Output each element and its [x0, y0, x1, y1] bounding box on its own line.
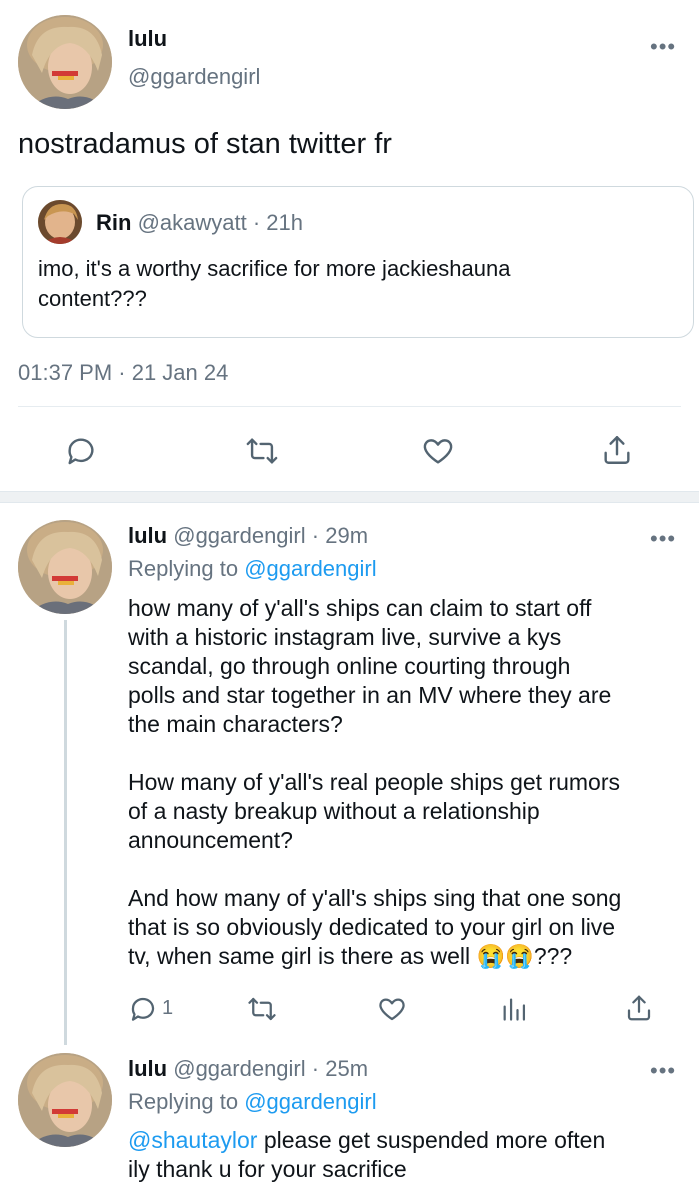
author-name[interactable]: lulu — [128, 26, 167, 52]
reply-count: 1 — [162, 997, 174, 1019]
replying-to-label: Replying to — [128, 1089, 239, 1114]
mention-link[interactable]: @shautaylor — [128, 1127, 257, 1153]
reply-icon[interactable] — [64, 434, 98, 468]
text-line: ily thank u for your sacrifice — [128, 1156, 407, 1182]
text-segment: tv, when same girl is there as well — [128, 943, 471, 969]
replying-to: Replying to @ggardengirl — [128, 1089, 377, 1115]
text-line: tv, when same girl is there as well 😭😭??… — [128, 942, 688, 971]
text-line: of a nasty breakup without a relationshi… — [128, 798, 540, 824]
text-line: that is so obviously dedicated to your g… — [128, 914, 616, 940]
section-divider — [0, 491, 699, 503]
more-dots-icon[interactable]: ••• — [650, 34, 676, 60]
author-handle[interactable]: @ggardengirl — [128, 64, 260, 90]
author-name[interactable]: lulu — [128, 523, 167, 548]
quoted-author-name[interactable]: Rin — [96, 210, 131, 235]
quoted-text-line: content??? — [38, 286, 147, 311]
text-line: polls and star together in an MV where t… — [128, 682, 612, 708]
text-line: And how many of y'all's ships sing that … — [128, 885, 622, 911]
author-handle[interactable]: @ggardengirl — [173, 1056, 305, 1081]
reply-time: · 25m — [311, 1056, 369, 1081]
text-line: how many of y'all's ships can claim to s… — [128, 595, 592, 621]
reply-header: lulu @ggardengirl · 29m — [128, 523, 368, 549]
quoted-time: · 21h — [252, 210, 304, 235]
avatar[interactable] — [18, 15, 112, 109]
replying-to-label: Replying to — [128, 556, 239, 581]
share-icon[interactable] — [624, 992, 654, 1024]
text-line: How many of y'all's real people ships ge… — [128, 769, 620, 795]
share-icon[interactable] — [600, 432, 634, 468]
replying-to: Replying to @ggardengirl — [128, 556, 377, 582]
reply-body: how many of y'all's ships can claim to s… — [128, 594, 688, 971]
text-segment: ??? — [533, 943, 573, 969]
replying-to-handle[interactable]: @ggardengirl — [244, 556, 376, 581]
replying-to-handle[interactable]: @ggardengirl — [244, 1089, 376, 1114]
timestamp[interactable]: 01:37 PM · 21 Jan 24 — [18, 360, 228, 386]
reply-header: lulu @ggardengirl · 25m — [128, 1056, 368, 1082]
quoted-author-line: Rin @akawyatt · 21h — [96, 210, 303, 236]
author-name[interactable]: lulu — [128, 1056, 167, 1081]
avatar[interactable] — [18, 1053, 112, 1147]
text-line: scandal, go through online courting thro… — [128, 653, 571, 679]
more-dots-icon[interactable]: ••• — [650, 526, 676, 552]
crying-emoji: 😭😭 — [476, 943, 534, 969]
analytics-icon[interactable] — [500, 994, 528, 1024]
avatar[interactable] — [18, 520, 112, 614]
reply-body: @shautaylor please get suspended more of… — [128, 1126, 688, 1184]
avatar — [38, 200, 82, 244]
retweet-icon[interactable] — [246, 994, 278, 1024]
quoted-text-line: imo, it's a worthy sacrifice for more ja… — [38, 256, 511, 281]
text-line: @shautaylor please get suspended more of… — [128, 1126, 688, 1155]
reply-time: · 29m — [311, 523, 369, 548]
divider — [18, 406, 681, 407]
text-line: announcement? — [128, 827, 293, 853]
reply-icon[interactable] — [128, 994, 158, 1024]
author-handle[interactable]: @ggardengirl — [173, 523, 305, 548]
text-segment: please get suspended more often — [257, 1127, 606, 1153]
like-icon[interactable] — [420, 434, 456, 468]
text-line: with a historic instagram live, survive … — [128, 624, 562, 650]
quoted-author-handle[interactable]: @akawyatt — [138, 210, 247, 235]
tweet-text: nostradamus of stan twitter fr — [18, 128, 392, 160]
thread-line — [64, 620, 67, 1045]
like-icon[interactable] — [376, 994, 408, 1024]
more-dots-icon[interactable]: ••• — [650, 1058, 676, 1084]
retweet-icon[interactable] — [244, 434, 280, 468]
text-line: the main characters? — [128, 711, 343, 737]
